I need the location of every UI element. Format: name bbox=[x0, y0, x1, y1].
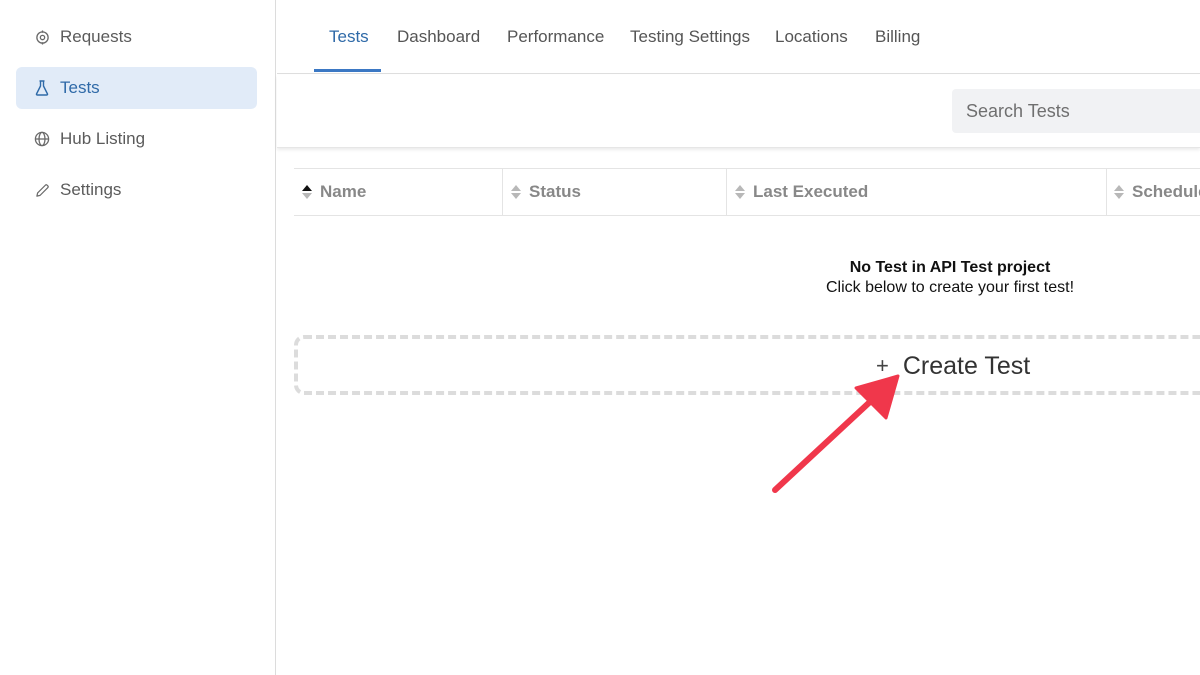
sort-icon bbox=[301, 184, 313, 200]
sidebar-item-hub-listing[interactable]: Hub Listing bbox=[16, 118, 257, 160]
tab-performance[interactable]: Performance bbox=[507, 0, 604, 73]
sort-icon bbox=[734, 184, 746, 200]
column-header-status[interactable]: Status bbox=[510, 169, 581, 215]
empty-state-title: No Test in API Test project bbox=[849, 259, 1051, 276]
empty-state: No Test in API Test project Click below … bbox=[700, 258, 1200, 298]
column-header-schedule[interactable]: Schedule bbox=[1113, 169, 1200, 215]
globe-icon bbox=[34, 131, 50, 147]
sort-icon bbox=[510, 184, 522, 200]
sidebar-item-label: Tests bbox=[60, 78, 100, 97]
column-header-last-executed[interactable]: Last Executed bbox=[734, 169, 868, 215]
requests-icon bbox=[34, 29, 50, 45]
table-header: Name Status Last Executed Schedule bbox=[294, 168, 1200, 216]
sidebar-item-label: Hub Listing bbox=[60, 129, 146, 148]
sidebar-item-label: Settings bbox=[60, 180, 122, 199]
annotation-arrow-icon bbox=[772, 374, 900, 493]
tab-testing-settings[interactable]: Testing Settings bbox=[630, 0, 750, 73]
tab-tests[interactable]: Tests bbox=[329, 0, 369, 73]
column-divider bbox=[502, 169, 503, 215]
column-header-name[interactable]: Name bbox=[301, 169, 366, 215]
flask-icon bbox=[34, 80, 50, 96]
tab-billing[interactable]: Billing bbox=[875, 0, 920, 73]
search-input[interactable] bbox=[952, 89, 1200, 133]
create-test-button[interactable] bbox=[294, 335, 1200, 395]
sidebar-item-tests[interactable]: Tests bbox=[16, 67, 257, 109]
sort-icon bbox=[1113, 184, 1125, 200]
empty-state-subtitle: Click below to create your first test! bbox=[825, 279, 1075, 296]
pencil-icon bbox=[34, 182, 50, 198]
column-divider bbox=[726, 169, 727, 215]
column-divider bbox=[1106, 169, 1107, 215]
tab-locations[interactable]: Locations bbox=[775, 0, 848, 73]
sidebar: Requests Tests Hub Listing Settings bbox=[0, 0, 276, 675]
active-tab-indicator bbox=[314, 69, 381, 72]
sidebar-item-requests[interactable]: Requests bbox=[16, 16, 257, 58]
tab-dashboard[interactable]: Dashboard bbox=[397, 0, 480, 73]
sidebar-item-settings[interactable]: Settings bbox=[16, 169, 257, 211]
sidebar-item-label: Requests bbox=[60, 27, 132, 46]
toolbar bbox=[277, 75, 1200, 148]
app-window: Requests Tests Hub Listing Settings Test… bbox=[0, 0, 1200, 675]
